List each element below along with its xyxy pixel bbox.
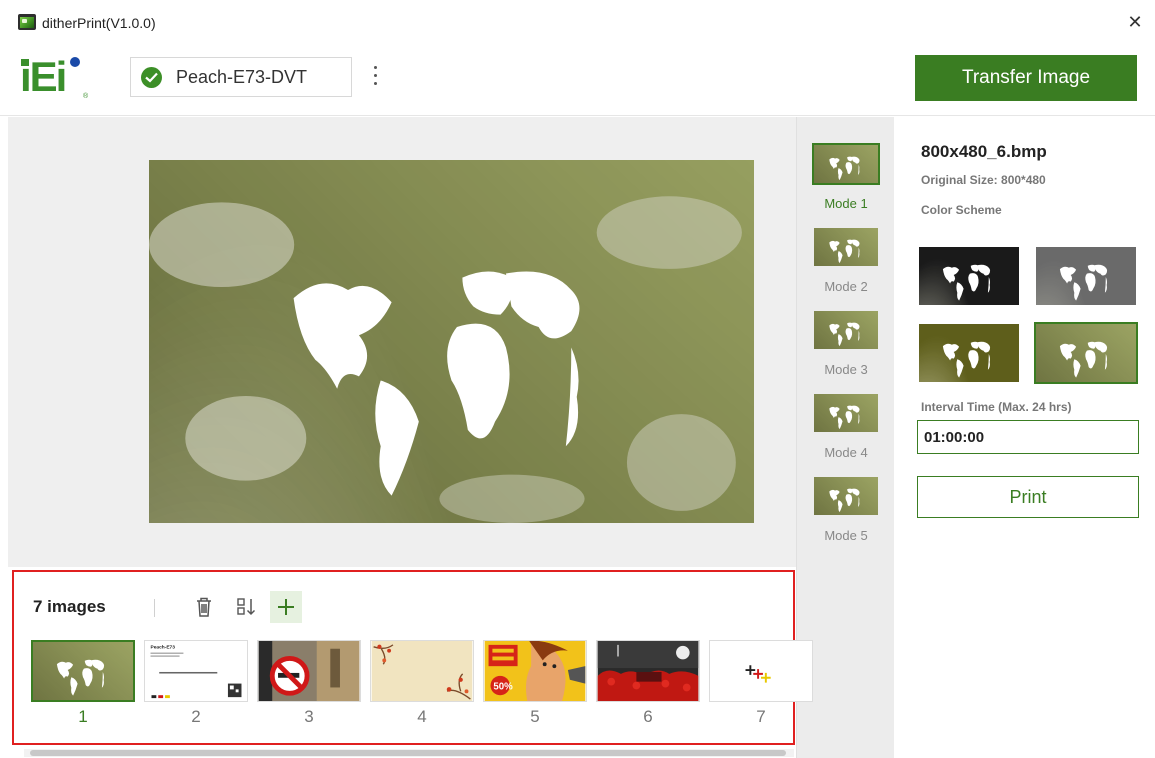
image-number: 6	[643, 707, 653, 726]
image-thumb-4[interactable]	[370, 640, 474, 702]
mode-label: Mode 5	[824, 528, 868, 543]
details-panel: 800x480_6.bmp Original Size: 800*480 Col…	[895, 117, 1155, 758]
preview-area	[8, 117, 796, 567]
mode-item-2[interactable]: Mode 2	[811, 226, 881, 294]
mode-thumbnail	[814, 311, 878, 349]
color-scheme-color[interactable]	[1034, 322, 1138, 384]
image-thumb-5[interactable]: 50%	[483, 640, 587, 702]
color-scheme-bw[interactable]	[917, 245, 1021, 307]
image-number: 1	[78, 707, 88, 726]
mode-label: Mode 1	[824, 196, 868, 211]
mode-item-5[interactable]: Mode 5	[811, 475, 881, 543]
device-selector[interactable]: Peach-E73-DVT	[130, 57, 352, 97]
image-count: 7 images	[33, 597, 106, 616]
toolbar-divider	[154, 599, 155, 617]
svg-text:50%: 50%	[493, 681, 513, 692]
image-thumb-3[interactable]	[257, 640, 361, 702]
file-name: 800x480_6.bmp	[921, 142, 1047, 161]
image-thumb-6[interactable]	[596, 640, 700, 702]
mode-label: Mode 4	[824, 445, 868, 460]
color-scheme-yellow[interactable]	[917, 322, 1021, 384]
color-scheme-label: Color Scheme	[921, 203, 1002, 217]
mode-label: Mode 3	[824, 362, 868, 377]
iei-logo: iEi ®	[20, 56, 89, 100]
image-thumb-7[interactable]	[709, 640, 813, 702]
mode-item-1[interactable]: Mode 1	[811, 143, 881, 211]
app-icon	[18, 14, 36, 30]
original-size: Original Size: 800*480	[921, 173, 1046, 187]
image-number: 3	[304, 707, 314, 726]
scrollbar-thumb[interactable]	[30, 750, 786, 756]
mode-label: Mode 2	[824, 279, 868, 294]
preview-image	[149, 160, 754, 523]
interval-time-input[interactable]	[917, 420, 1139, 454]
transfer-image-button[interactable]: Transfer Image	[915, 55, 1137, 101]
mode-thumbnail	[814, 228, 878, 266]
image-strip: 7 images 1 Peach-E73 2 3 4 50% 5 6 7	[8, 567, 813, 758]
mode-item-4[interactable]: Mode 4	[811, 392, 881, 460]
more-options-icon[interactable]	[368, 64, 382, 90]
window-title: ditherPrint(V1.0.0)	[42, 15, 156, 31]
header: iEi ® Peach-E73-DVT Transfer Image	[0, 44, 1155, 116]
device-name: Peach-E73-DVT	[176, 67, 308, 87]
svg-text:Peach-E73: Peach-E73	[151, 645, 176, 651]
sort-icon[interactable]	[231, 591, 263, 623]
interval-label: Interval Time (Max. 24 hrs)	[921, 400, 1072, 414]
image-number: 5	[530, 707, 540, 726]
check-circle-icon	[141, 67, 162, 88]
delete-icon[interactable]	[188, 591, 220, 623]
image-thumb-1[interactable]	[31, 640, 135, 702]
mode-item-3[interactable]: Mode 3	[811, 309, 881, 377]
horizontal-scrollbar[interactable]	[24, 749, 794, 757]
image-number: 4	[417, 707, 427, 726]
image-number: 2	[191, 707, 201, 726]
close-icon[interactable]: ✕	[1125, 12, 1145, 32]
mode-thumbnail	[812, 143, 880, 185]
print-button[interactable]: Print	[917, 476, 1139, 518]
mode-thumbnail	[814, 394, 878, 432]
color-scheme-grayscale[interactable]	[1034, 245, 1138, 307]
add-image-icon[interactable]	[270, 591, 302, 623]
svg-text:®: ®	[83, 92, 89, 100]
image-number: 7	[756, 707, 766, 726]
mode-thumbnail	[814, 477, 878, 515]
title-bar: ditherPrint(V1.0.0) ✕	[0, 0, 1155, 44]
image-thumb-2[interactable]: Peach-E73	[144, 640, 248, 702]
